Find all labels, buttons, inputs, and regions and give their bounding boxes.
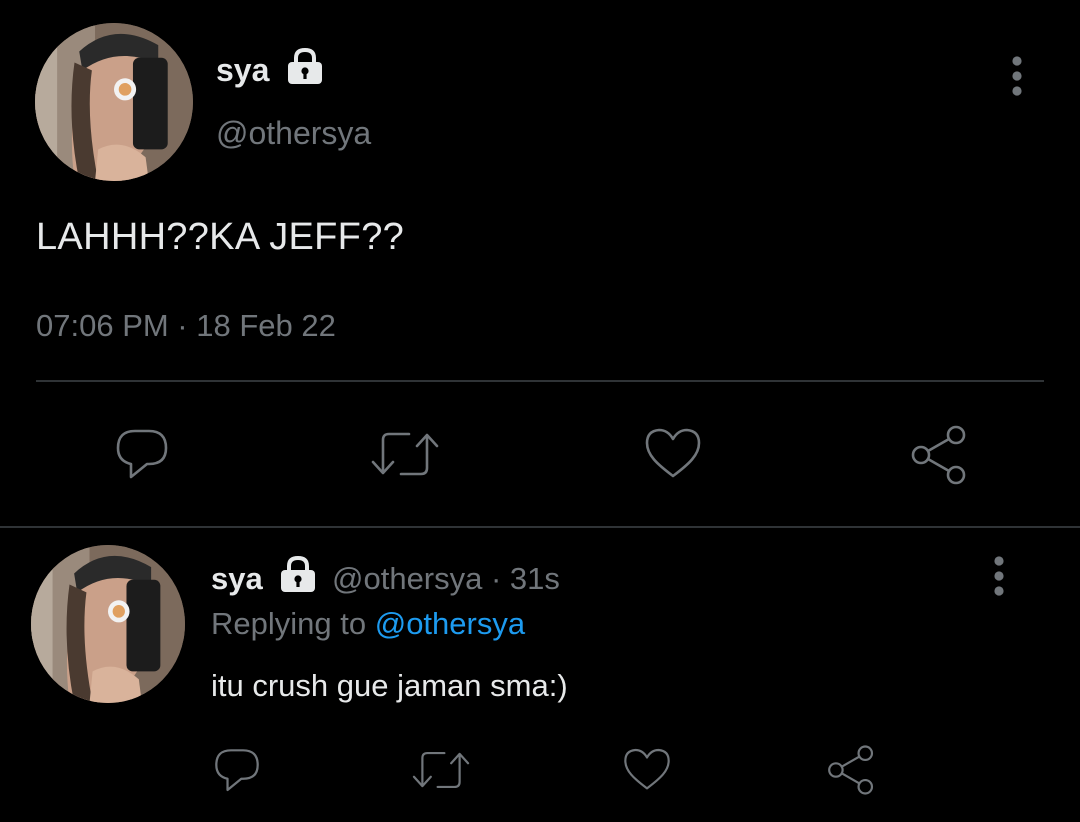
replying-prefix: Replying to — [211, 606, 375, 641]
share-icon[interactable] — [825, 744, 877, 796]
reply-avatar[interactable] — [31, 545, 185, 703]
reply-text: itu crush gue jaman sma:) — [211, 668, 568, 703]
divider — [36, 380, 1044, 382]
tweet-text: LAHHH??KA JEFF?? — [36, 216, 405, 258]
more-options-icon[interactable] — [1000, 53, 1034, 99]
lock-icon — [281, 556, 315, 592]
share-icon[interactable] — [908, 424, 970, 486]
display-name[interactable]: sya — [216, 50, 269, 90]
like-icon[interactable] — [643, 426, 703, 482]
reply-display-name[interactable]: sya — [211, 559, 263, 599]
replying-to: Replying to @othersya — [211, 604, 525, 644]
replying-mention-link[interactable]: @othersya — [375, 606, 525, 641]
divider — [0, 526, 1080, 528]
more-options-icon[interactable] — [982, 553, 1016, 599]
reply-icon[interactable] — [113, 426, 171, 484]
retweet-icon[interactable] — [412, 748, 470, 792]
lock-icon — [288, 48, 322, 84]
reply-handle-time[interactable]: @othersya · 31s — [332, 559, 560, 599]
like-icon[interactable] — [622, 746, 672, 794]
avatar[interactable] — [35, 23, 193, 181]
retweet-icon[interactable] — [371, 428, 439, 480]
user-handle[interactable]: @othersya — [216, 113, 371, 153]
reply-icon[interactable] — [212, 746, 262, 796]
tweet-timestamp[interactable]: 07:06 PM · 18 Feb 22 — [36, 306, 336, 346]
